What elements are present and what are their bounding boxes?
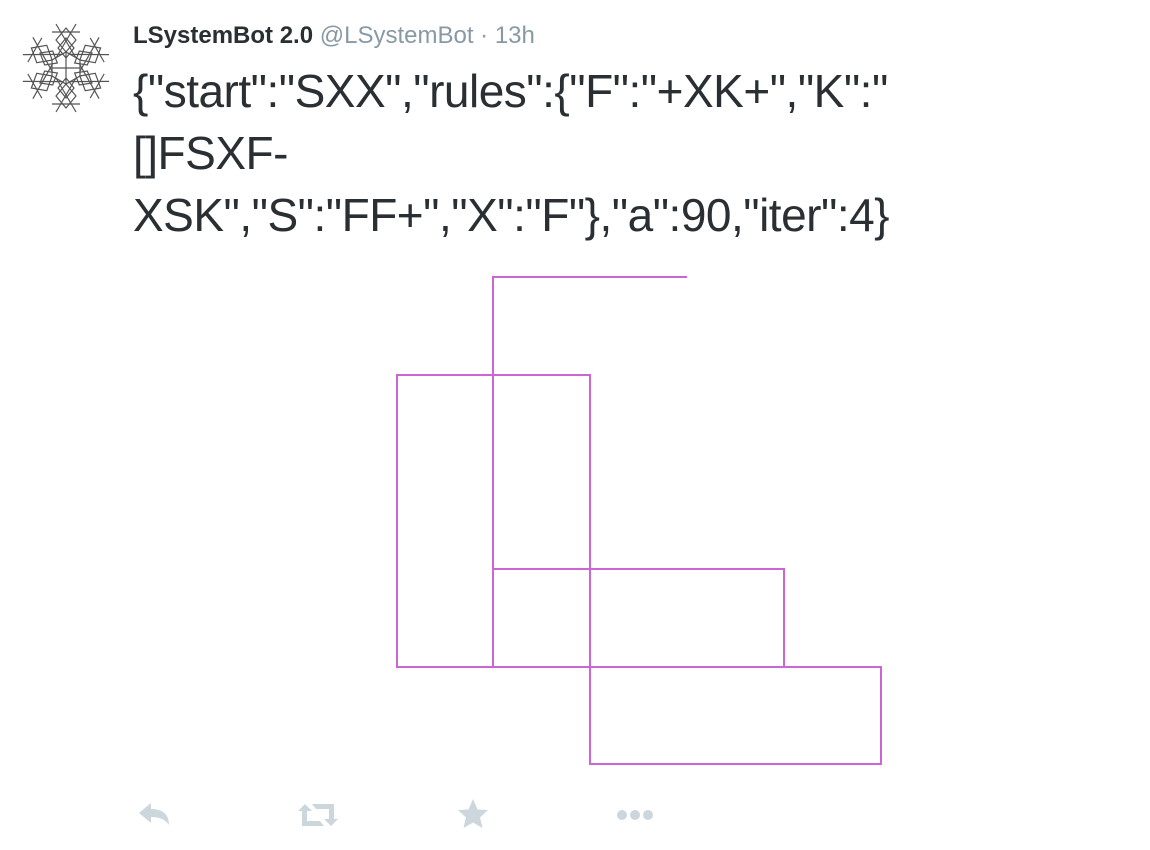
avatar[interactable] [14, 20, 118, 116]
retweet-icon [298, 804, 338, 826]
tweet-text-line: []FSXF- [133, 127, 288, 179]
more-icon [617, 810, 653, 820]
more-button[interactable] [613, 795, 653, 835]
favorite-button[interactable] [453, 795, 493, 835]
tweet-actions [133, 795, 733, 835]
favorite-icon [458, 799, 488, 828]
header-separator: · [480, 22, 489, 49]
lsystem-logo-icon [22, 23, 110, 113]
lsystem-stroke [492, 568, 785, 668]
tweet-text: {"start":"SXX","rules":{"F":"+XK+","K":"… [133, 60, 1033, 246]
lsystem-lines [396, 276, 882, 765]
lsystem-stroke [589, 666, 882, 765]
tweet-timestamp[interactable]: 13h [495, 22, 535, 49]
reply-icon [139, 803, 169, 825]
display-name[interactable]: LSystemBot 2.0 [133, 22, 313, 49]
tweet-text-line: XSK","S":"FF+","X":"F"},"a":90,"iter":4} [133, 189, 890, 241]
tweet-text-line: {"start":"SXX","rules":{"F":"+XK+","K":" [133, 65, 888, 117]
retweet-button[interactable] [296, 795, 338, 835]
user-handle[interactable]: @LSystemBot [320, 22, 474, 49]
tweet-media-image[interactable] [380, 265, 900, 775]
reply-button[interactable] [135, 795, 175, 835]
lsystem-drawing [396, 276, 882, 765]
tweet-header: LSystemBot 2.0 @LSystemBot · 13h [133, 22, 535, 50]
